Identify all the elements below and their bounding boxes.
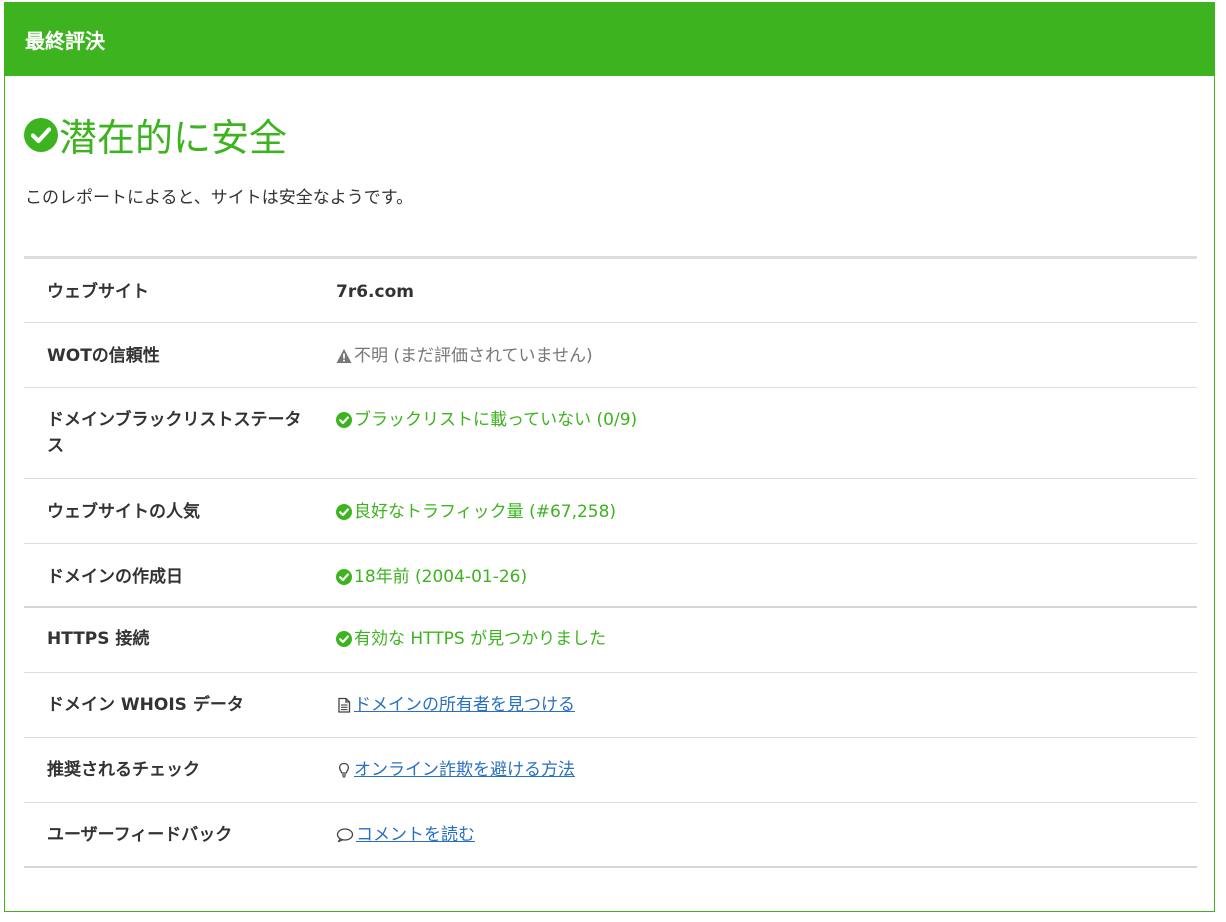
- whois-link[interactable]: ドメインの所有者を見つける: [354, 692, 575, 718]
- panel-title: 最終評決: [25, 29, 105, 53]
- lightbulb-icon: [338, 762, 350, 778]
- panel-header: 最終評決: [5, 3, 1214, 76]
- check-circle-icon: [336, 504, 352, 520]
- row-label: ドメインブラックリストステータス: [47, 410, 302, 456]
- scam-guide-link[interactable]: オンライン詐欺を避ける方法: [354, 757, 575, 783]
- wot-status: 不明 (まだ評価されていません): [354, 346, 593, 366]
- row-value: ブラックリストに載っていない (0/9): [336, 388, 1197, 478]
- check-circle-icon: [24, 117, 58, 152]
- document-icon: [338, 697, 351, 713]
- row-value: コメントを読む: [336, 803, 1197, 866]
- row-label: ユーザーフィードバック: [47, 825, 233, 845]
- popularity-status: 良好なトラフィック量 (#67,258): [354, 502, 617, 522]
- final-verdict-panel: 最終評決 潜在的に安全 このレポートによると、サイトは安全なようです。 ウェブサ…: [4, 2, 1215, 912]
- verdict-text: 潜在的に安全: [59, 116, 288, 160]
- row-value: 18年前 (2004-01-26): [336, 544, 1197, 606]
- table-row: ウェブサイト 7r6.com: [24, 259, 1197, 323]
- row-label: HTTPS 接続: [47, 629, 150, 649]
- table-row: ドメインブラックリストステータス ブラックリストに載っていない (0/9): [24, 388, 1197, 479]
- table-row: ドメインの作成日 18年前 (2004-01-26): [24, 544, 1197, 608]
- summary-text: このレポートによると、サイトは安全なようです。: [25, 188, 414, 208]
- row-value: オンライン詐欺を避ける方法: [336, 738, 1197, 802]
- report-table: ウェブサイト 7r6.com WOTの信頼性 不明 (まだ評価されていません) …: [24, 256, 1197, 868]
- table-row: HTTPS 接続 有効な HTTPS が見つかりました: [24, 608, 1197, 673]
- row-label: ウェブサイトの人気: [47, 502, 200, 522]
- row-label: ドメインの作成日: [47, 567, 183, 587]
- row-value: 有効な HTTPS が見つかりました: [336, 608, 1197, 672]
- table-row: 推奨されるチェック オンライン詐欺を避ける方法: [24, 738, 1197, 803]
- comments-link[interactable]: コメントを読む: [356, 822, 475, 848]
- row-value: 7r6.com: [336, 259, 1197, 322]
- table-row: ユーザーフィードバック コメントを読む: [24, 803, 1197, 868]
- row-label: WOTの信頼性: [47, 346, 160, 366]
- row-label: ウェブサイト: [47, 282, 149, 302]
- verdict: 潜在的に安全: [24, 107, 287, 162]
- row-value: 不明 (まだ評価されていません): [336, 323, 1197, 387]
- comment-icon: [336, 828, 354, 843]
- table-row: ドメイン WHOIS データ ドメインの所有者を見つける: [24, 673, 1197, 738]
- website-domain: 7r6.com: [336, 282, 414, 302]
- row-value: ドメインの所有者を見つける: [336, 673, 1197, 737]
- warning-icon: [336, 349, 352, 363]
- check-circle-icon: [336, 631, 352, 647]
- creation-date: 18年前 (2004-01-26): [354, 567, 528, 587]
- row-label: 推奨されるチェック: [47, 760, 200, 780]
- table-row: ウェブサイトの人気 良好なトラフィック量 (#67,258): [24, 479, 1197, 544]
- https-status: 有効な HTTPS が見つかりました: [354, 629, 607, 649]
- table-row: WOTの信頼性 不明 (まだ評価されていません): [24, 323, 1197, 388]
- blacklist-status: ブラックリストに載っていない (0/9): [354, 410, 638, 430]
- row-value: 良好なトラフィック量 (#67,258): [336, 479, 1197, 543]
- row-label: ドメイン WHOIS データ: [47, 695, 244, 715]
- check-circle-icon: [336, 569, 352, 585]
- check-circle-icon: [336, 412, 352, 428]
